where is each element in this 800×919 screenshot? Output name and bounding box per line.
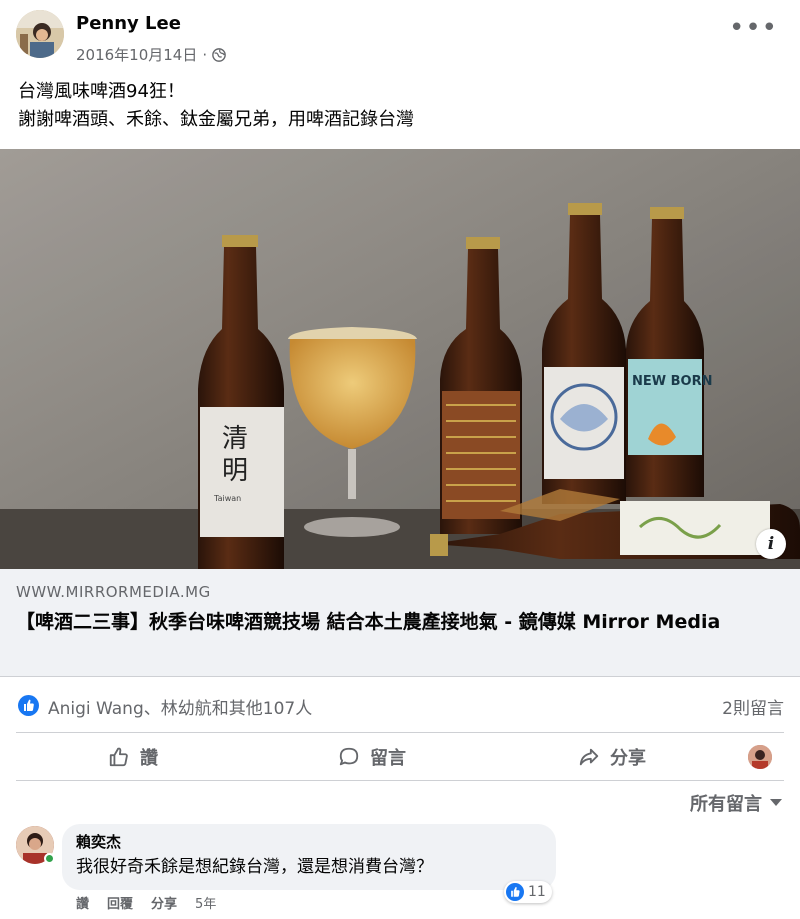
action-bar: 讚 留言 分享 xyxy=(0,735,800,779)
comment-label: 留言 xyxy=(370,748,406,769)
commenter-name[interactable]: 賴奕杰 xyxy=(76,832,542,852)
comment-filter-label: 所有留言 xyxy=(690,794,762,815)
post-text-line: 謝謝啤酒頭、禾餘、鈦金屬兄弟，用啤酒記錄台灣 xyxy=(18,109,414,130)
divider xyxy=(16,780,784,781)
share-label: 分享 xyxy=(610,748,646,769)
comment-reaction-number: 11 xyxy=(528,884,546,900)
comment-bubble: 賴奕杰 我很好奇禾餘是想紀錄台灣，還是想消費台灣？ xyxy=(62,824,556,890)
reaction-audience-avatar[interactable] xyxy=(748,745,772,769)
svg-text:NEW BORN: NEW BORN xyxy=(632,374,712,389)
more-options-icon[interactable]: ••• xyxy=(729,15,778,41)
comment-icon xyxy=(339,747,359,766)
comment-share-button[interactable]: 分享 xyxy=(151,893,177,912)
share-icon xyxy=(579,748,599,766)
like-label: 讚 xyxy=(140,748,158,769)
share-button[interactable]: 分享 xyxy=(578,735,646,779)
comment-count[interactable]: 2則留言 xyxy=(722,694,784,719)
comment-actions: 讚 回覆 分享 5年 xyxy=(76,893,216,912)
comment-reply-button[interactable]: 回覆 xyxy=(107,893,133,912)
link-preview[interactable]: WWW.MIRRORMEDIA.MG 【啤酒二三事】秋季台味啤酒競技場 結合本土… xyxy=(0,569,800,677)
post-text-line: 台灣風味啤酒94狂！ xyxy=(18,81,185,102)
like-reaction-icon xyxy=(506,883,524,901)
comment-filter[interactable]: 所有留言 xyxy=(690,790,782,816)
author-avatar[interactable] xyxy=(16,10,64,58)
divider xyxy=(16,732,784,733)
comment-reaction-count[interactable]: 11 xyxy=(504,881,552,903)
reactions-bar: Anigi Wang、林幼航和其他107人 2則留言 xyxy=(0,690,800,720)
comment-text: 我很好奇禾餘是想紀錄台灣，還是想消費台灣？ xyxy=(76,857,433,877)
thumbs-up-icon xyxy=(109,747,128,767)
info-icon[interactable]: i xyxy=(756,529,786,559)
post-header: Penny Lee 2016年10月14日 · ••• xyxy=(0,0,800,70)
post-text: 台灣風味啤酒94狂！ 謝謝啤酒頭、禾餘、鈦金屬兄弟，用啤酒記錄台灣 xyxy=(18,78,414,134)
svg-text:Taiwan: Taiwan xyxy=(213,494,241,503)
online-status-icon xyxy=(44,853,55,864)
like-reaction-icon[interactable] xyxy=(18,695,39,716)
meta-separator: · xyxy=(202,45,208,64)
post-date[interactable]: 2016年10月14日 xyxy=(76,44,197,65)
comment-age[interactable]: 5年 xyxy=(195,893,216,912)
globe-icon xyxy=(212,47,226,62)
post-photo[interactable]: 清 明 Taiwan NEW BORN i xyxy=(0,149,800,569)
comment-button[interactable]: 留言 xyxy=(338,735,406,779)
reaction-names[interactable]: Anigi Wang、林幼航和其他107人 xyxy=(48,694,312,719)
link-domain: WWW.MIRRORMEDIA.MG xyxy=(16,583,211,601)
comment-like-button[interactable]: 讚 xyxy=(76,893,89,912)
link-title[interactable]: 【啤酒二三事】秋季台味啤酒競技場 結合本土農產接地氣 - 鏡傳媒 Mirror … xyxy=(16,607,786,637)
svg-text:清: 清 xyxy=(222,424,248,454)
like-button[interactable]: 讚 xyxy=(108,735,158,779)
post-meta: 2016年10月14日 · xyxy=(76,44,226,65)
author-name[interactable]: Penny Lee xyxy=(76,13,181,34)
beer-bottles-photo: 清 明 Taiwan NEW BORN xyxy=(0,149,800,569)
svg-text:明: 明 xyxy=(222,456,248,486)
chevron-down-icon xyxy=(770,799,782,806)
